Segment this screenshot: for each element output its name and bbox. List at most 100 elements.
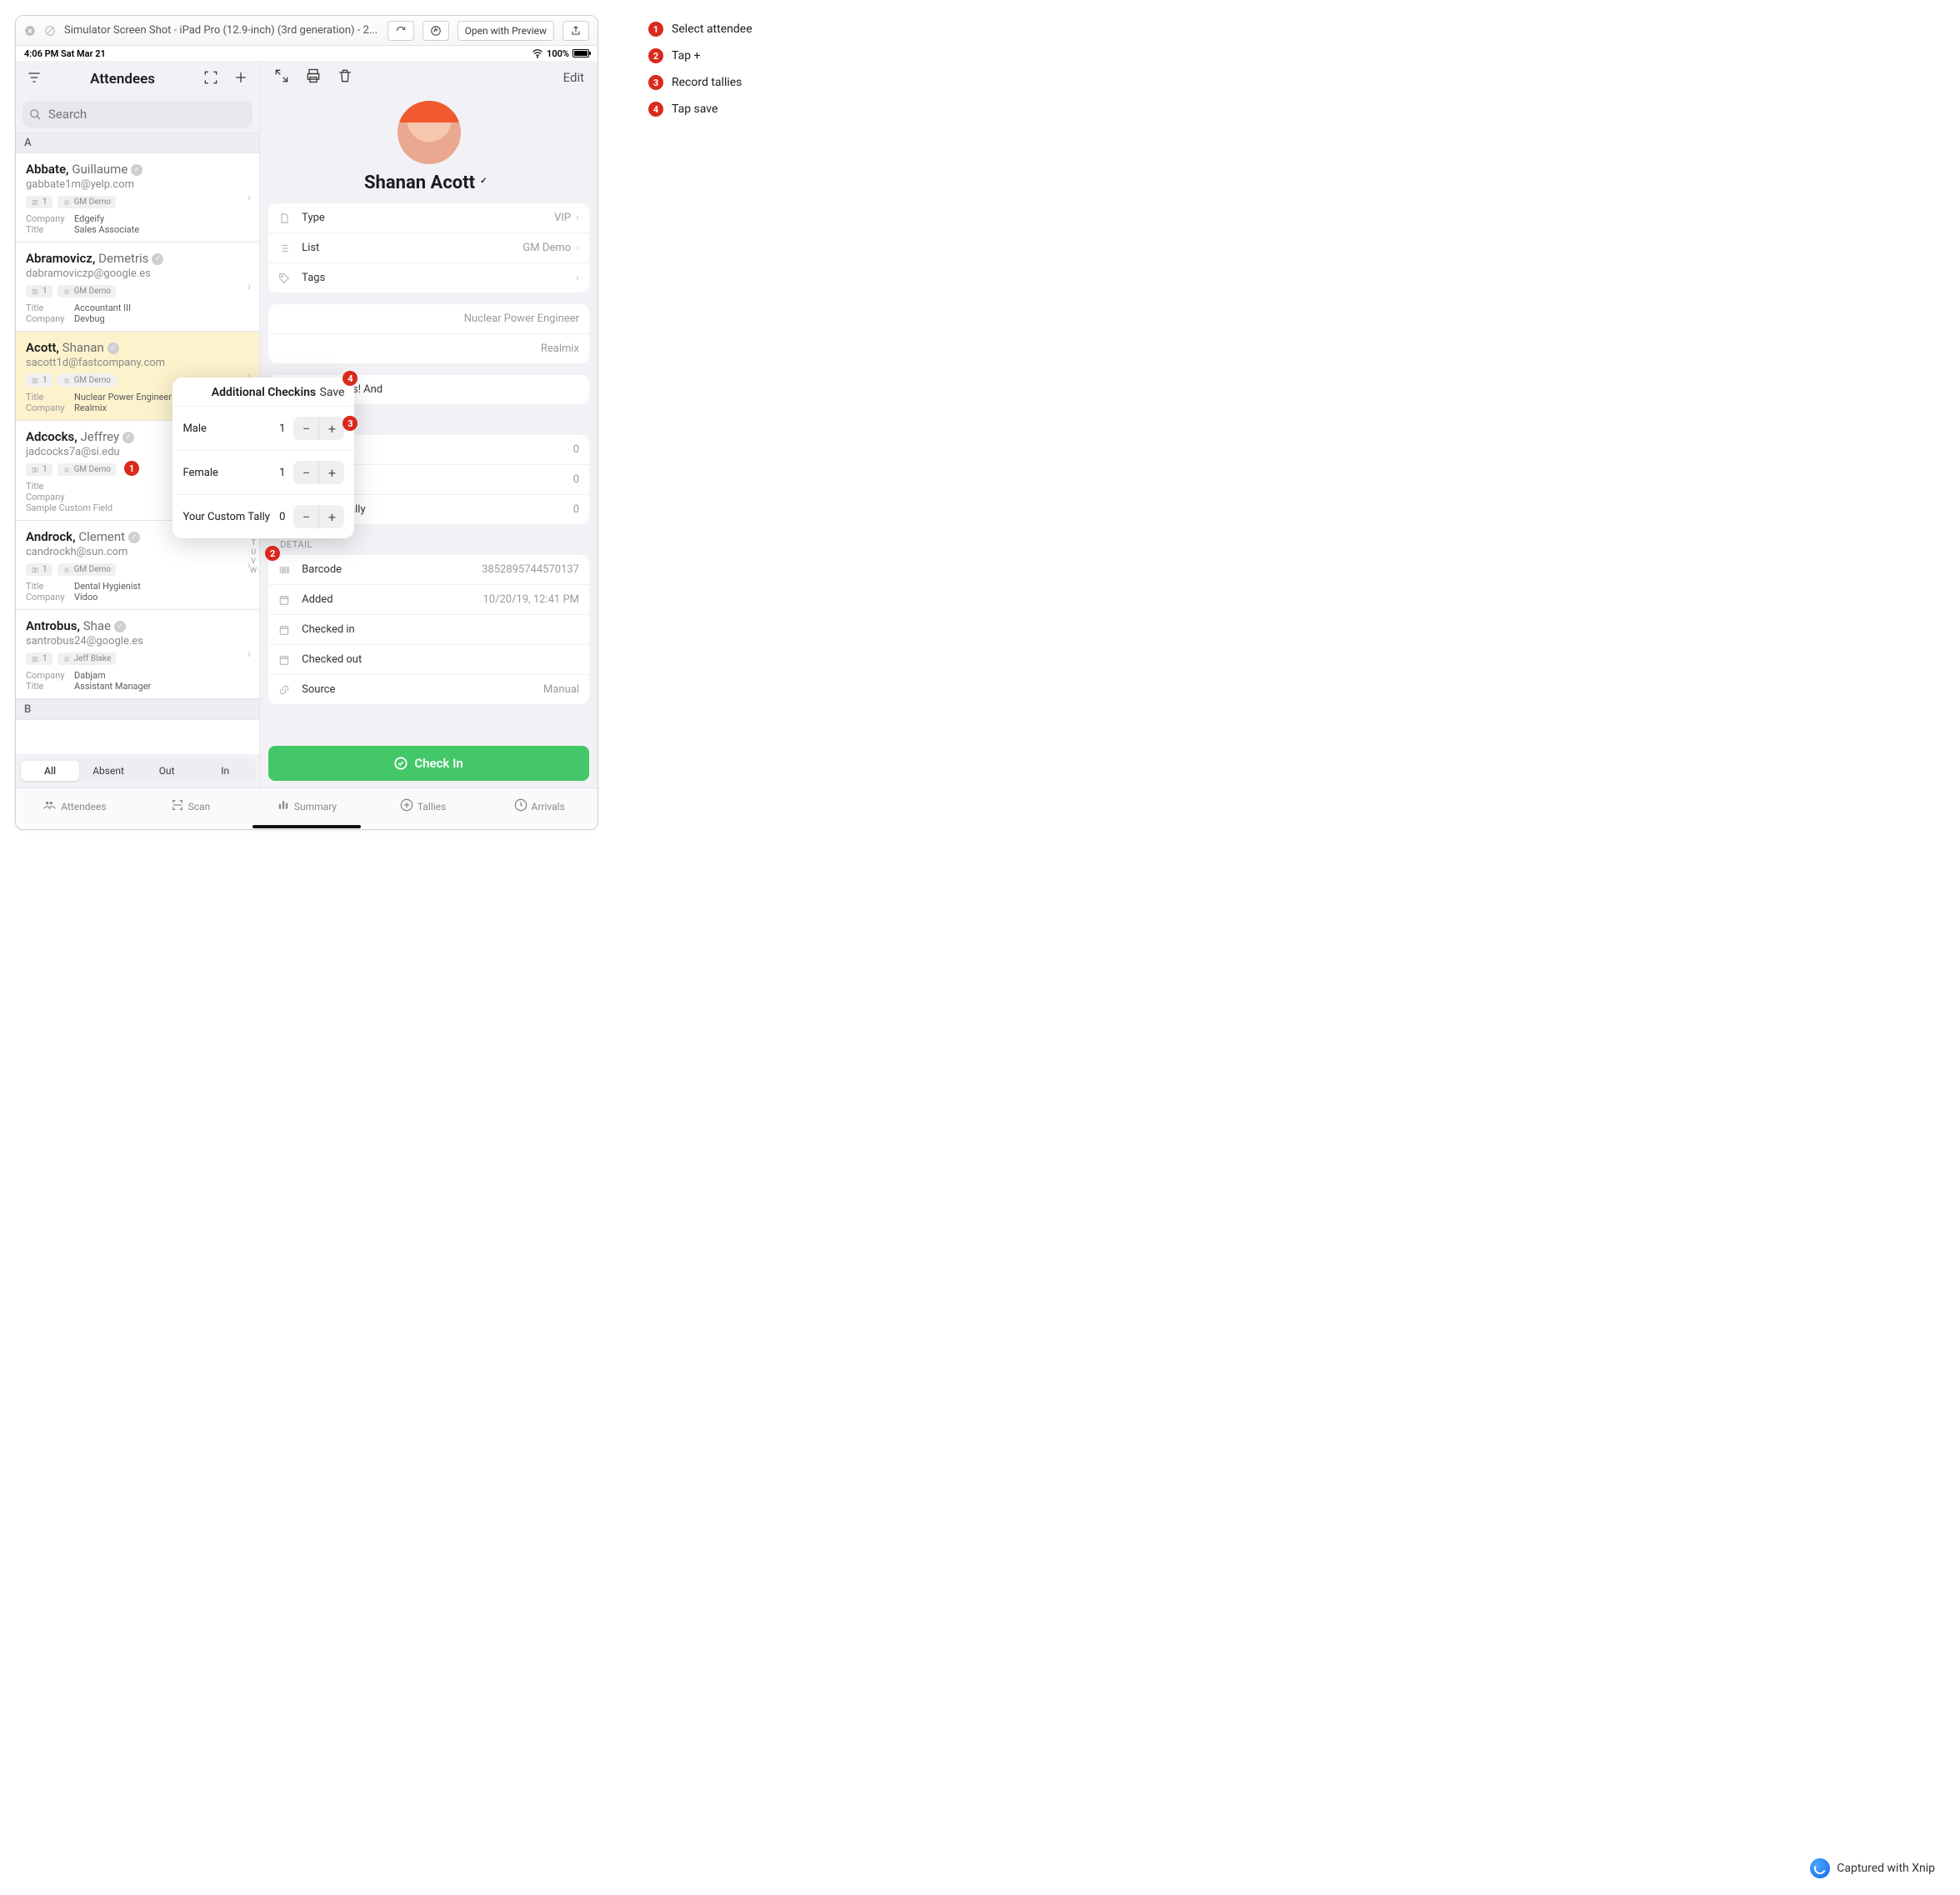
attendee-meta: TitleAccountant IIICompanyDevbug xyxy=(26,302,249,324)
stepper-plus[interactable]: + xyxy=(319,461,344,484)
stepper-minus[interactable]: − xyxy=(293,505,318,528)
link-icon xyxy=(278,684,295,696)
popover-save-button[interactable]: Save xyxy=(320,386,345,399)
open-preview-button[interactable]: Open with Preview xyxy=(458,21,554,41)
stepper[interactable]: − + xyxy=(293,505,344,528)
step-number-icon: 1 xyxy=(648,22,663,37)
stepper-plus[interactable]: + xyxy=(319,417,344,440)
filter-segmented[interactable]: AllAbsentOutIn xyxy=(19,759,256,782)
markup-button[interactable] xyxy=(422,21,449,41)
step-number-icon: 2 xyxy=(648,48,663,63)
attendee-email: candrockh@sun.com xyxy=(26,546,249,558)
search-input[interactable] xyxy=(47,106,246,122)
cal-icon xyxy=(278,654,295,666)
chevron-right-icon: › xyxy=(248,558,251,572)
chevron-right-icon: › xyxy=(248,280,251,293)
checkin-button[interactable]: Check In xyxy=(268,746,589,781)
plus-circle-icon xyxy=(400,798,413,814)
count-chip: 1 xyxy=(26,196,52,208)
check-circle-icon xyxy=(394,757,408,770)
stepper-minus[interactable]: − xyxy=(293,461,318,484)
tab-arrivals[interactable]: Arrivals xyxy=(481,788,598,824)
chevron-right-icon: › xyxy=(576,212,579,224)
tally-value: 0 xyxy=(270,511,285,523)
capture-footer: Captured with Xnip xyxy=(1810,1858,1935,1878)
tab-tallies[interactable]: Tallies xyxy=(365,788,482,824)
attendee-name: Antrobus, Shae✓ xyxy=(26,618,249,633)
tally-label: Your Custom Tally xyxy=(182,511,270,523)
tab-scan[interactable]: Scan xyxy=(132,788,249,824)
attendee-row[interactable]: Abbate, Guillaume✓ gabbate1m@yelp.com 1 … xyxy=(16,153,259,242)
stepper[interactable]: − + xyxy=(293,461,344,484)
card-row: Checked in xyxy=(268,615,589,645)
list-chip: Jeff Blake xyxy=(58,652,117,665)
segment-in[interactable]: In xyxy=(196,761,254,781)
people-icon xyxy=(42,799,57,813)
row-value: 3852895744570137 xyxy=(482,563,579,576)
share-button[interactable] xyxy=(562,21,589,41)
tally-value: 1 xyxy=(270,467,285,479)
segment-absent[interactable]: Absent xyxy=(79,761,138,781)
attendee-name: Abramovicz, Demetris✓ xyxy=(26,251,249,266)
card-row[interactable]: TypeVIP› xyxy=(268,203,589,233)
card-row[interactable]: Tags› xyxy=(268,263,589,292)
capture-label: Captured with Xnip xyxy=(1837,1862,1935,1875)
popover-row: Your Custom Tally 0 − + xyxy=(172,494,354,538)
expand-icon[interactable] xyxy=(273,68,290,88)
row-value: VIP xyxy=(554,212,571,224)
stepper-minus[interactable]: − xyxy=(293,417,318,440)
add-icon[interactable] xyxy=(232,69,249,89)
attendee-row[interactable]: Antrobus, Shae✓ santrobus24@google.es 1 … xyxy=(16,610,259,699)
clock-icon xyxy=(514,798,528,814)
tally-label: Female xyxy=(182,467,270,479)
attendee-meta: TitleDental HygienistCompanyVidoo xyxy=(26,581,249,602)
card-row: Checked out xyxy=(268,645,589,675)
attendee-row[interactable]: Abramovicz, Demetris✓ dabramoviczp@googl… xyxy=(16,242,259,332)
card-row: Barcode3852895744570137 xyxy=(268,555,589,585)
list-chip: GM Demo xyxy=(58,196,116,208)
tab-bar: AttendeesScan Summary TalliesArrivals xyxy=(16,788,598,824)
row-label: Checked out xyxy=(302,653,579,666)
stepper[interactable]: − + xyxy=(293,417,344,440)
step-number-icon: 4 xyxy=(648,102,663,117)
tab-attendees[interactable]: Attendees xyxy=(16,788,132,824)
attendee-email: dabramoviczp@google.es xyxy=(26,268,249,280)
avatar xyxy=(398,101,461,164)
rotate-button[interactable] xyxy=(388,21,414,41)
row-value: GM Demo xyxy=(522,242,571,254)
count-chip: 1 xyxy=(26,285,52,298)
verified-icon: ✓ xyxy=(114,621,126,632)
trash-icon[interactable] xyxy=(337,68,353,88)
verified-icon: ✓ xyxy=(128,532,140,543)
list-icon xyxy=(278,242,295,254)
callout-1: 1 xyxy=(124,461,139,476)
tab-label: Summary xyxy=(294,801,337,812)
bars-icon xyxy=(277,799,290,813)
row-label: Tags xyxy=(302,272,571,284)
scan-icon[interactable] xyxy=(202,69,219,89)
step-text: Tap save xyxy=(672,102,718,116)
edit-button[interactable]: Edit xyxy=(563,70,584,85)
chevron-right-icon: › xyxy=(576,242,579,254)
instruction-steps: 1Select attendee2Tap +3Record tallies4Ta… xyxy=(648,15,752,128)
stepper-plus[interactable]: + xyxy=(319,505,344,528)
status-time: 4:06 PM Sat Mar 21 xyxy=(24,48,106,59)
card-row: Nuclear Power Engineer xyxy=(268,304,589,334)
card-row[interactable]: ListGM Demo› xyxy=(268,233,589,263)
segment-out[interactable]: Out xyxy=(138,761,196,781)
list-chip: GM Demo xyxy=(58,374,116,387)
row-label: Barcode xyxy=(302,563,482,576)
close-window-icon[interactable] xyxy=(24,25,36,37)
tab-summary[interactable]: Summary xyxy=(248,788,365,824)
print-icon[interactable] xyxy=(305,68,322,88)
instruction-step: 2Tap + xyxy=(648,48,752,63)
search-bar[interactable] xyxy=(22,101,252,128)
battery-icon xyxy=(572,49,589,58)
segment-all[interactable]: All xyxy=(21,761,79,781)
filter-icon[interactable] xyxy=(26,69,42,89)
info-card: TypeVIP›ListGM Demo›Tags› xyxy=(268,203,589,292)
row-value: 10/20/19, 12:41 PM xyxy=(483,593,580,606)
row-value: 0 xyxy=(573,473,579,486)
window-title: Simulator Screen Shot - iPad Pro (12.9-i… xyxy=(64,24,379,37)
row-value: Realmix xyxy=(541,342,579,355)
